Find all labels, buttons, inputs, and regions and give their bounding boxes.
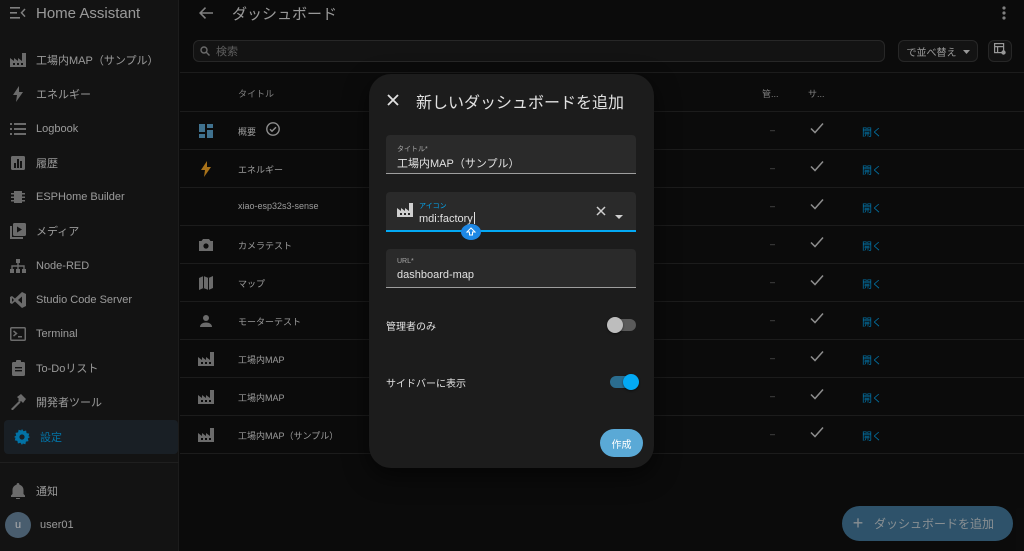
- show-in-sidebar-row: サイドバーに表示: [386, 372, 639, 392]
- icon-field-text: mdi:factory: [419, 213, 473, 225]
- text-selection-handle[interactable]: [461, 224, 481, 240]
- dropdown-arrow-icon[interactable]: [615, 206, 623, 224]
- show-in-sidebar-switch[interactable]: [610, 374, 639, 390]
- title-field-label: タイトル*: [397, 146, 428, 153]
- icon-field-value: mdi:factory: [419, 212, 475, 225]
- text-caret: [473, 212, 475, 224]
- admin-only-switch[interactable]: [607, 317, 636, 333]
- clear-icon[interactable]: [596, 204, 606, 219]
- switch-knob: [623, 374, 639, 390]
- switch-knob: [607, 317, 623, 333]
- dialog-header: 新しいダッシュボードを追加: [387, 89, 624, 113]
- close-icon[interactable]: [387, 91, 405, 111]
- url-field[interactable]: URL* dashboard-map: [386, 249, 636, 288]
- icon-field-label: アイコン: [419, 203, 447, 210]
- add-dashboard-dialog: 新しいダッシュボードを追加 タイトル* 工場内MAP（サンプル） アイコン md…: [369, 74, 654, 468]
- title-field-value: 工場内MAP（サンプル）: [397, 158, 520, 170]
- url-field-value: dashboard-map: [397, 269, 475, 281]
- dialog-title: 新しいダッシュボードを追加: [416, 95, 625, 112]
- admin-only-label: 管理者のみ: [386, 321, 436, 333]
- icon-field[interactable]: アイコン mdi:factory: [386, 192, 636, 232]
- factory-icon: [397, 203, 413, 222]
- show-in-sidebar-label: サイドバーに表示: [386, 378, 466, 390]
- create-button[interactable]: 作成: [600, 429, 643, 457]
- url-field-label: URL*: [397, 258, 414, 265]
- title-field[interactable]: タイトル* 工場内MAP（サンプル）: [386, 135, 636, 174]
- admin-only-row: 管理者のみ: [386, 315, 636, 335]
